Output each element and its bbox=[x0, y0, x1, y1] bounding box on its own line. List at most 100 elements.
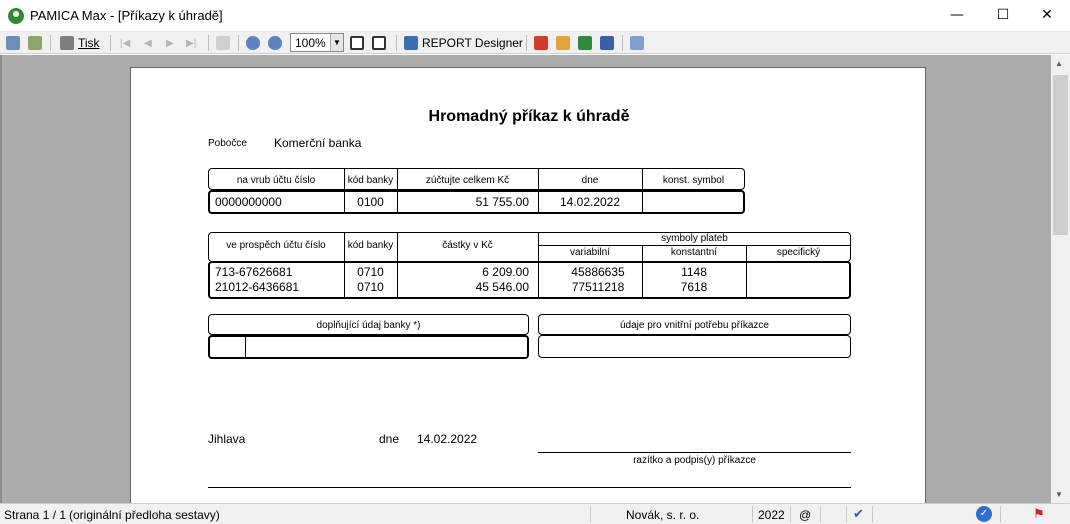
ok-circle-icon[interactable]: ✓ bbox=[976, 506, 992, 522]
first-page-icon: |◀ bbox=[120, 37, 131, 49]
header-debit-date: dne bbox=[581, 175, 599, 186]
credit-row-2-constant: 7618 bbox=[680, 280, 708, 294]
first-page-button[interactable]: |◀ bbox=[120, 35, 130, 51]
excel-icon bbox=[578, 36, 592, 50]
print-button[interactable]: Tisk bbox=[60, 35, 100, 51]
preview-viewport[interactable]: Hromadný příkaz k úhradě Pobočce Komerčn… bbox=[0, 55, 1051, 503]
debit-date: 14.02.2022 bbox=[559, 195, 621, 209]
next-page-icon: ▶ bbox=[166, 37, 174, 49]
scrollbar-thumb[interactable] bbox=[1053, 75, 1068, 235]
credit-row-2-amount: 45 546.00 bbox=[475, 280, 529, 294]
header-debit-const-symbol: konst. symbol bbox=[662, 175, 725, 186]
signature-label: razítko a podpis(y) příkazce bbox=[633, 455, 756, 466]
export-icon bbox=[6, 36, 20, 50]
header-specific: specifický bbox=[776, 247, 821, 258]
maximize-button[interactable]: ☐ bbox=[980, 0, 1026, 32]
document-title: Hromadný příkaz k úhradě bbox=[428, 108, 630, 125]
header-credit-bank-code: kód banky bbox=[347, 240, 394, 251]
zoom-in-icon bbox=[246, 36, 260, 50]
credit-row-1-constant: 1148 bbox=[681, 265, 707, 279]
header-symbols: symboly plateb bbox=[661, 233, 728, 244]
help-button[interactable] bbox=[630, 35, 644, 51]
word-button[interactable] bbox=[600, 35, 614, 51]
debit-account: 0000000000 bbox=[215, 195, 282, 209]
zoom-out-button[interactable] bbox=[268, 35, 282, 51]
print-icon bbox=[60, 36, 74, 50]
bank-data-label: doplňující údaj banky *) bbox=[316, 320, 421, 331]
prev-page-icon: ◀ bbox=[144, 37, 152, 49]
branch-label: Pobočce bbox=[208, 138, 247, 149]
pamica-app-icon bbox=[8, 8, 24, 24]
scroll-up-icon[interactable]: ▲ bbox=[1055, 59, 1063, 68]
excel-button[interactable] bbox=[578, 35, 592, 51]
fit-page-icon bbox=[350, 36, 364, 50]
word-icon bbox=[600, 36, 614, 50]
report-designer-label: REPORT Designer bbox=[422, 36, 523, 50]
last-page-button[interactable]: ▶| bbox=[186, 35, 196, 51]
title-bar: PAMICA Max - [Příkazy k úhradě] — ☐ ✕ bbox=[0, 0, 1070, 32]
internal-box bbox=[538, 335, 851, 358]
import-icon bbox=[28, 36, 42, 50]
zoom-value: 100% bbox=[295, 36, 326, 50]
last-page-icon: ▶| bbox=[186, 37, 197, 49]
status-company: Novák, s. r. o. bbox=[626, 508, 700, 522]
header-debit-total: zúčtujte celkem Kč bbox=[425, 175, 510, 186]
credit-row-2-bank-code: 0710 bbox=[357, 280, 384, 294]
debit-total: 51 755.00 bbox=[475, 195, 529, 209]
export-button[interactable] bbox=[6, 35, 20, 51]
import-button[interactable] bbox=[28, 35, 42, 51]
header-debit-account: na vrub účtu číslo bbox=[236, 175, 316, 186]
zoom-select[interactable]: 100% ▼ bbox=[290, 33, 344, 52]
credit-row-2-variable: 77511218 bbox=[571, 280, 625, 294]
check-icon[interactable]: ✔ bbox=[853, 506, 864, 522]
fit-width-button[interactable] bbox=[372, 35, 386, 51]
help-icon bbox=[630, 36, 644, 50]
zoom-out-icon bbox=[268, 36, 282, 50]
status-template: (originální předloha sestavy) bbox=[69, 508, 220, 522]
window-title: PAMICA Max - [Příkazy k úhradě] bbox=[30, 8, 223, 23]
city: Jihlava bbox=[208, 432, 246, 446]
status-page: Strana 1 / 1 bbox=[4, 508, 67, 522]
debit-bank-code: 0100 bbox=[357, 195, 384, 209]
credit-values-box bbox=[208, 261, 851, 299]
status-year: 2022 bbox=[758, 508, 785, 522]
fit-page-button[interactable] bbox=[350, 35, 364, 51]
credit-row-1-bank-code: 0710 bbox=[357, 265, 384, 279]
date-label: dne bbox=[379, 432, 400, 446]
page-view-icon bbox=[216, 36, 230, 50]
pdf-edit-button[interactable] bbox=[556, 35, 570, 51]
credit-row-1-variable: 45886635 bbox=[571, 265, 625, 279]
status-at: @ bbox=[799, 508, 812, 522]
next-page-button[interactable]: ▶ bbox=[166, 35, 174, 51]
header-debit-bank-code: kód banky bbox=[347, 175, 394, 186]
page-view-button[interactable] bbox=[216, 35, 230, 51]
header-variable: variabilní bbox=[569, 247, 611, 258]
fit-width-icon bbox=[372, 36, 386, 50]
pdf-icon bbox=[534, 36, 548, 50]
credit-row-2-account: 21012-6436681 bbox=[215, 280, 300, 294]
header-credit-amount: částky v Kč bbox=[442, 240, 493, 251]
zoom-in-button[interactable] bbox=[246, 35, 260, 51]
header-credit-account: ve prospěch účtu číslo bbox=[226, 240, 326, 251]
flag-icon[interactable]: ⚑ bbox=[1033, 506, 1045, 522]
report-designer-icon bbox=[404, 36, 418, 50]
toolbar: Tisk |◀ ◀ ▶ ▶| 100% ▼ REPORT Designer bbox=[0, 32, 1070, 54]
scroll-down-icon[interactable]: ▼ bbox=[1055, 490, 1063, 499]
status-bar: Strana 1 / 1 (originální předloha sestav… bbox=[0, 503, 1070, 524]
minimize-button[interactable]: — bbox=[934, 0, 980, 32]
report-page: Hromadný příkaz k úhradě Pobočce Komerčn… bbox=[130, 67, 926, 503]
bank-data-box bbox=[208, 335, 529, 359]
report-designer-button[interactable]: REPORT Designer bbox=[404, 35, 523, 51]
vertical-scrollbar[interactable]: ▲ ▼ bbox=[1051, 55, 1070, 503]
prev-page-button[interactable]: ◀ bbox=[144, 35, 152, 51]
print-label: Tisk bbox=[78, 36, 100, 50]
chevron-down-icon[interactable]: ▼ bbox=[330, 34, 343, 51]
header-constant: konstantní bbox=[670, 247, 718, 258]
branch-value: Komerční banka bbox=[274, 136, 362, 150]
credit-row-1-amount: 6 209.00 bbox=[482, 265, 529, 279]
pdf-edit-icon bbox=[556, 36, 570, 50]
close-button[interactable]: ✕ bbox=[1024, 0, 1070, 32]
pdf-button[interactable] bbox=[534, 35, 548, 51]
credit-row-1-account: 713-67626681 bbox=[215, 265, 293, 279]
date-value: 14.02.2022 bbox=[417, 432, 478, 446]
